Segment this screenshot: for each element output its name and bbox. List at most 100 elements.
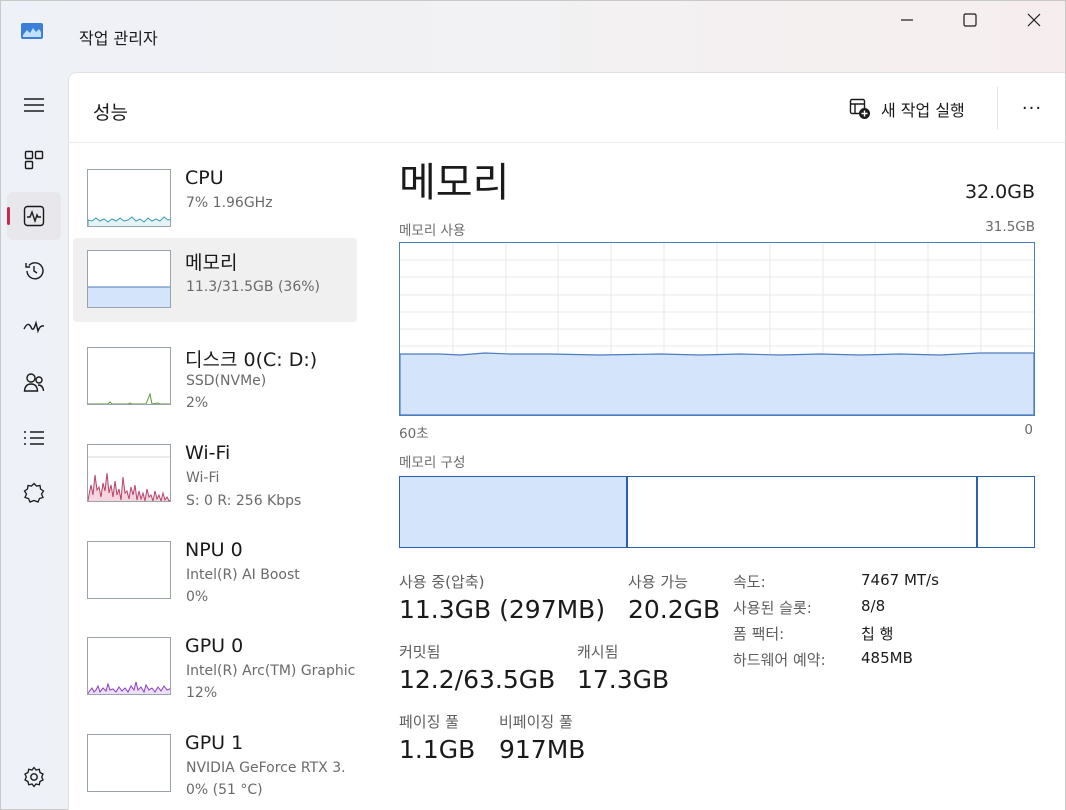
- time-axis-right: 0: [1024, 422, 1033, 438]
- speed-label: 속도:: [733, 573, 766, 591]
- form-factor-label: 폼 팩터:: [733, 625, 785, 643]
- more-options-icon: ···: [1021, 97, 1043, 119]
- navigation-rail: [1, 69, 67, 810]
- run-new-task-label: 새 작업 실행: [881, 101, 965, 120]
- nav-item-settings[interactable]: [7, 753, 61, 801]
- startup-apps-icon: [23, 320, 45, 334]
- details-icon: [24, 431, 44, 445]
- device-name: GPU 0: [185, 635, 244, 657]
- device-item-wifi[interactable]: Wi-Fi Wi-Fi S: 0 R: 256 Kbps: [73, 432, 357, 516]
- more-options-button[interactable]: ···: [1015, 93, 1049, 123]
- paged-pool-label: 페이징 풀: [399, 713, 459, 731]
- run-new-task-button[interactable]: 새 작업 실행: [849, 95, 965, 123]
- device-item-cpu[interactable]: CPU 7% 1.96GHz: [73, 157, 357, 241]
- non-paged-pool-value: 917MB: [499, 735, 586, 764]
- device-stat: 11.3/31.5GB (36%): [186, 279, 321, 295]
- hamburger-menu-icon: [24, 98, 44, 112]
- device-item-gpu-0[interactable]: GPU 0 Intel(R) Arc(TM) Graphic 12%: [73, 625, 357, 709]
- minimize-button[interactable]: [875, 1, 939, 39]
- detail-title: 메모리: [399, 160, 510, 206]
- composition-in-use-segment: [400, 477, 628, 547]
- wifi-mini-graph: [87, 444, 171, 502]
- device-item-disk-0[interactable]: 디스크 0(C: D:) SSD(NVMe) 2%: [73, 335, 357, 419]
- memory-composition-label: 메모리 구성: [399, 455, 466, 471]
- composition-reserved-divider: [976, 477, 978, 547]
- form-factor-value: 칩 행: [861, 625, 894, 643]
- cached-label: 캐시됨: [577, 643, 619, 661]
- nav-item-performance[interactable]: [7, 192, 61, 240]
- memory-usage-label: 메모리 사용: [399, 223, 466, 239]
- nav-toggle-button[interactable]: [7, 81, 61, 129]
- device-item-npu-0[interactable]: NPU 0 Intel(R) AI Boost 0%: [73, 529, 357, 613]
- memory-usage-graph: [399, 242, 1035, 416]
- device-stat: SSD(NVMe): [186, 373, 267, 389]
- device-stat: Intel(R) Arc(TM) Graphic: [186, 663, 356, 679]
- speed-value: 7467 MT/s: [861, 571, 939, 589]
- processes-icon: [24, 150, 44, 170]
- header-divider: [997, 87, 998, 129]
- nav-item-users[interactable]: [7, 358, 61, 406]
- performance-icon: [23, 205, 45, 227]
- nav-item-processes[interactable]: [7, 136, 61, 184]
- cached-value: 17.3GB: [577, 665, 670, 694]
- slots-used-value: 8/8: [861, 597, 886, 615]
- in-use-value: 11.3GB (297MB): [399, 595, 606, 624]
- minimize-icon: [901, 19, 913, 21]
- nav-item-startup-apps[interactable]: [7, 303, 61, 351]
- device-name: 디스크 0(C: D:): [185, 349, 318, 371]
- device-name: CPU: [185, 167, 224, 189]
- available-label: 사용 가능: [628, 573, 688, 591]
- device-name: 메모리: [185, 252, 238, 274]
- paged-pool-value: 1.1GB: [399, 735, 476, 764]
- page-title: 성능: [93, 102, 128, 124]
- nav-item-services[interactable]: [7, 469, 61, 517]
- maximize-icon: [963, 13, 977, 27]
- device-stat: 7% 1.96GHz: [186, 195, 273, 211]
- users-icon: [23, 373, 45, 392]
- memory-mini-graph: [87, 250, 171, 308]
- memory-composition-bar: [399, 476, 1035, 548]
- device-list: CPU 7% 1.96GHz 메모리 11.3/31.5GB (36%) 디스크…: [73, 157, 363, 807]
- gpu-1-mini-graph: [87, 734, 171, 792]
- slots-used-label: 사용된 슬롯:: [733, 599, 812, 617]
- task-manager-window: 작업 관리자 성능 새 작업 실행 ··· CPU 7% 1.96GHz 메모리…: [0, 0, 1066, 810]
- new-task-icon: [849, 98, 870, 119]
- gpu-0-mini-graph: [87, 637, 171, 695]
- device-item-gpu-1[interactable]: GPU 1 NVIDIA GeForce RTX 3. 0% (51 °C): [73, 722, 357, 806]
- total-memory: 32.0GB: [964, 181, 1035, 203]
- memory-usage-max: 31.5GB: [985, 219, 1035, 235]
- nav-item-app-history[interactable]: [7, 247, 61, 295]
- main-panel: 성능 새 작업 실행 ··· CPU 7% 1.96GHz 메모리 11.3/3…: [68, 72, 1065, 810]
- device-stat-secondary: 0%: [186, 589, 209, 605]
- time-axis-left: 60초: [399, 426, 429, 442]
- close-button[interactable]: [1002, 1, 1066, 39]
- device-stat: NVIDIA GeForce RTX 3.: [186, 760, 346, 776]
- non-paged-pool-label: 비페이징 풀: [499, 713, 573, 731]
- title-bar: 작업 관리자: [1, 1, 1065, 69]
- device-stat-secondary: S: 0 R: 256 Kbps: [186, 493, 302, 509]
- committed-value: 12.2/63.5GB: [399, 665, 556, 694]
- device-name: NPU 0: [185, 539, 243, 561]
- close-icon: [1027, 13, 1041, 27]
- device-item-memory[interactable]: 메모리 11.3/31.5GB (36%): [73, 238, 357, 322]
- device-stat: Wi-Fi: [186, 470, 220, 486]
- memory-detail-panel: 메모리 32.0GB 메모리 사용 31.5GB 60초 0 메모리 구성 사용…: [399, 157, 1039, 807]
- device-name: GPU 1: [185, 732, 244, 754]
- device-stat: Intel(R) AI Boost: [186, 567, 300, 583]
- device-name: Wi-Fi: [185, 442, 231, 464]
- active-indicator: [7, 207, 10, 225]
- nav-item-details[interactable]: [7, 414, 61, 462]
- device-stat-secondary: 0% (51 °C): [186, 782, 263, 798]
- hardware-reserved-label: 하드웨어 예약:: [733, 651, 826, 669]
- available-value: 20.2GB: [628, 595, 721, 624]
- committed-label: 커밋됨: [399, 643, 441, 661]
- services-icon: [23, 482, 45, 503]
- cpu-mini-graph: [87, 169, 171, 227]
- disk-mini-graph: [87, 347, 171, 405]
- device-stat-secondary: 12%: [186, 685, 218, 701]
- page-header: 성능 새 작업 실행 ···: [69, 73, 1065, 143]
- hardware-reserved-value: 485MB: [861, 649, 913, 667]
- maximize-button[interactable]: [938, 1, 1002, 39]
- in-use-label: 사용 중(압축): [399, 573, 485, 591]
- task-manager-app-icon: [21, 23, 43, 39]
